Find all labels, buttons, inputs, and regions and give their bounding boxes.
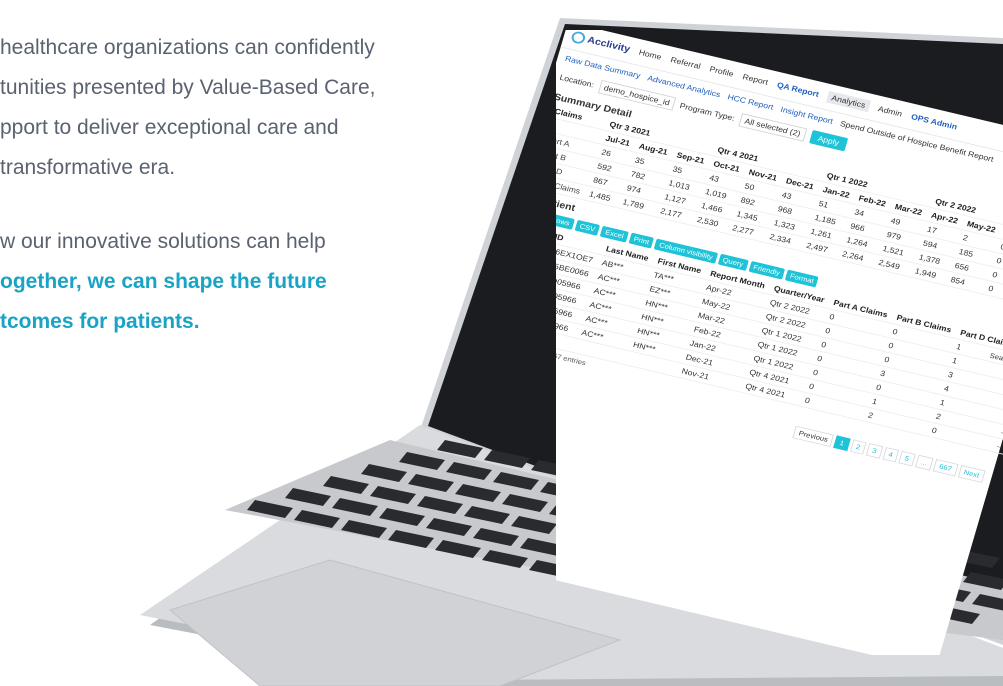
nav-home[interactable]: Home <box>638 48 663 61</box>
pager-previous[interactable]: Previous <box>792 425 835 448</box>
export-button[interactable]: Print <box>628 232 655 249</box>
location-label: Location: <box>558 72 596 90</box>
nav-ops-admin[interactable]: OPS Admin <box>910 112 958 131</box>
pager-next[interactable]: Next <box>957 464 986 483</box>
logo-icon <box>570 30 587 45</box>
pager-page[interactable]: 5 <box>898 450 916 467</box>
app-window: Acclivity Home Referral Profile Report Q… <box>556 30 1003 655</box>
pager-page[interactable]: 1 <box>833 435 851 451</box>
export-button[interactable]: CSV <box>574 219 601 236</box>
pager-page[interactable]: 2 <box>849 439 867 455</box>
logo-text: Acclivity <box>586 34 632 55</box>
pager-page[interactable]: ... <box>914 454 934 471</box>
nav-profile[interactable]: Profile <box>709 65 735 79</box>
pager-page[interactable]: 667 <box>932 459 959 477</box>
nav-qa-report[interactable]: QA Report <box>776 81 820 99</box>
pager-page[interactable]: 4 <box>882 446 900 463</box>
nav-referral[interactable]: Referral <box>669 55 701 70</box>
screen: Acclivity Home Referral Profile Report Q… <box>556 30 1003 655</box>
pager-page[interactable]: 3 <box>865 443 883 459</box>
nav-admin[interactable]: Admin <box>877 104 903 118</box>
nav-report[interactable]: Report <box>742 72 770 86</box>
nav-analytics[interactable]: Analytics <box>826 90 871 113</box>
